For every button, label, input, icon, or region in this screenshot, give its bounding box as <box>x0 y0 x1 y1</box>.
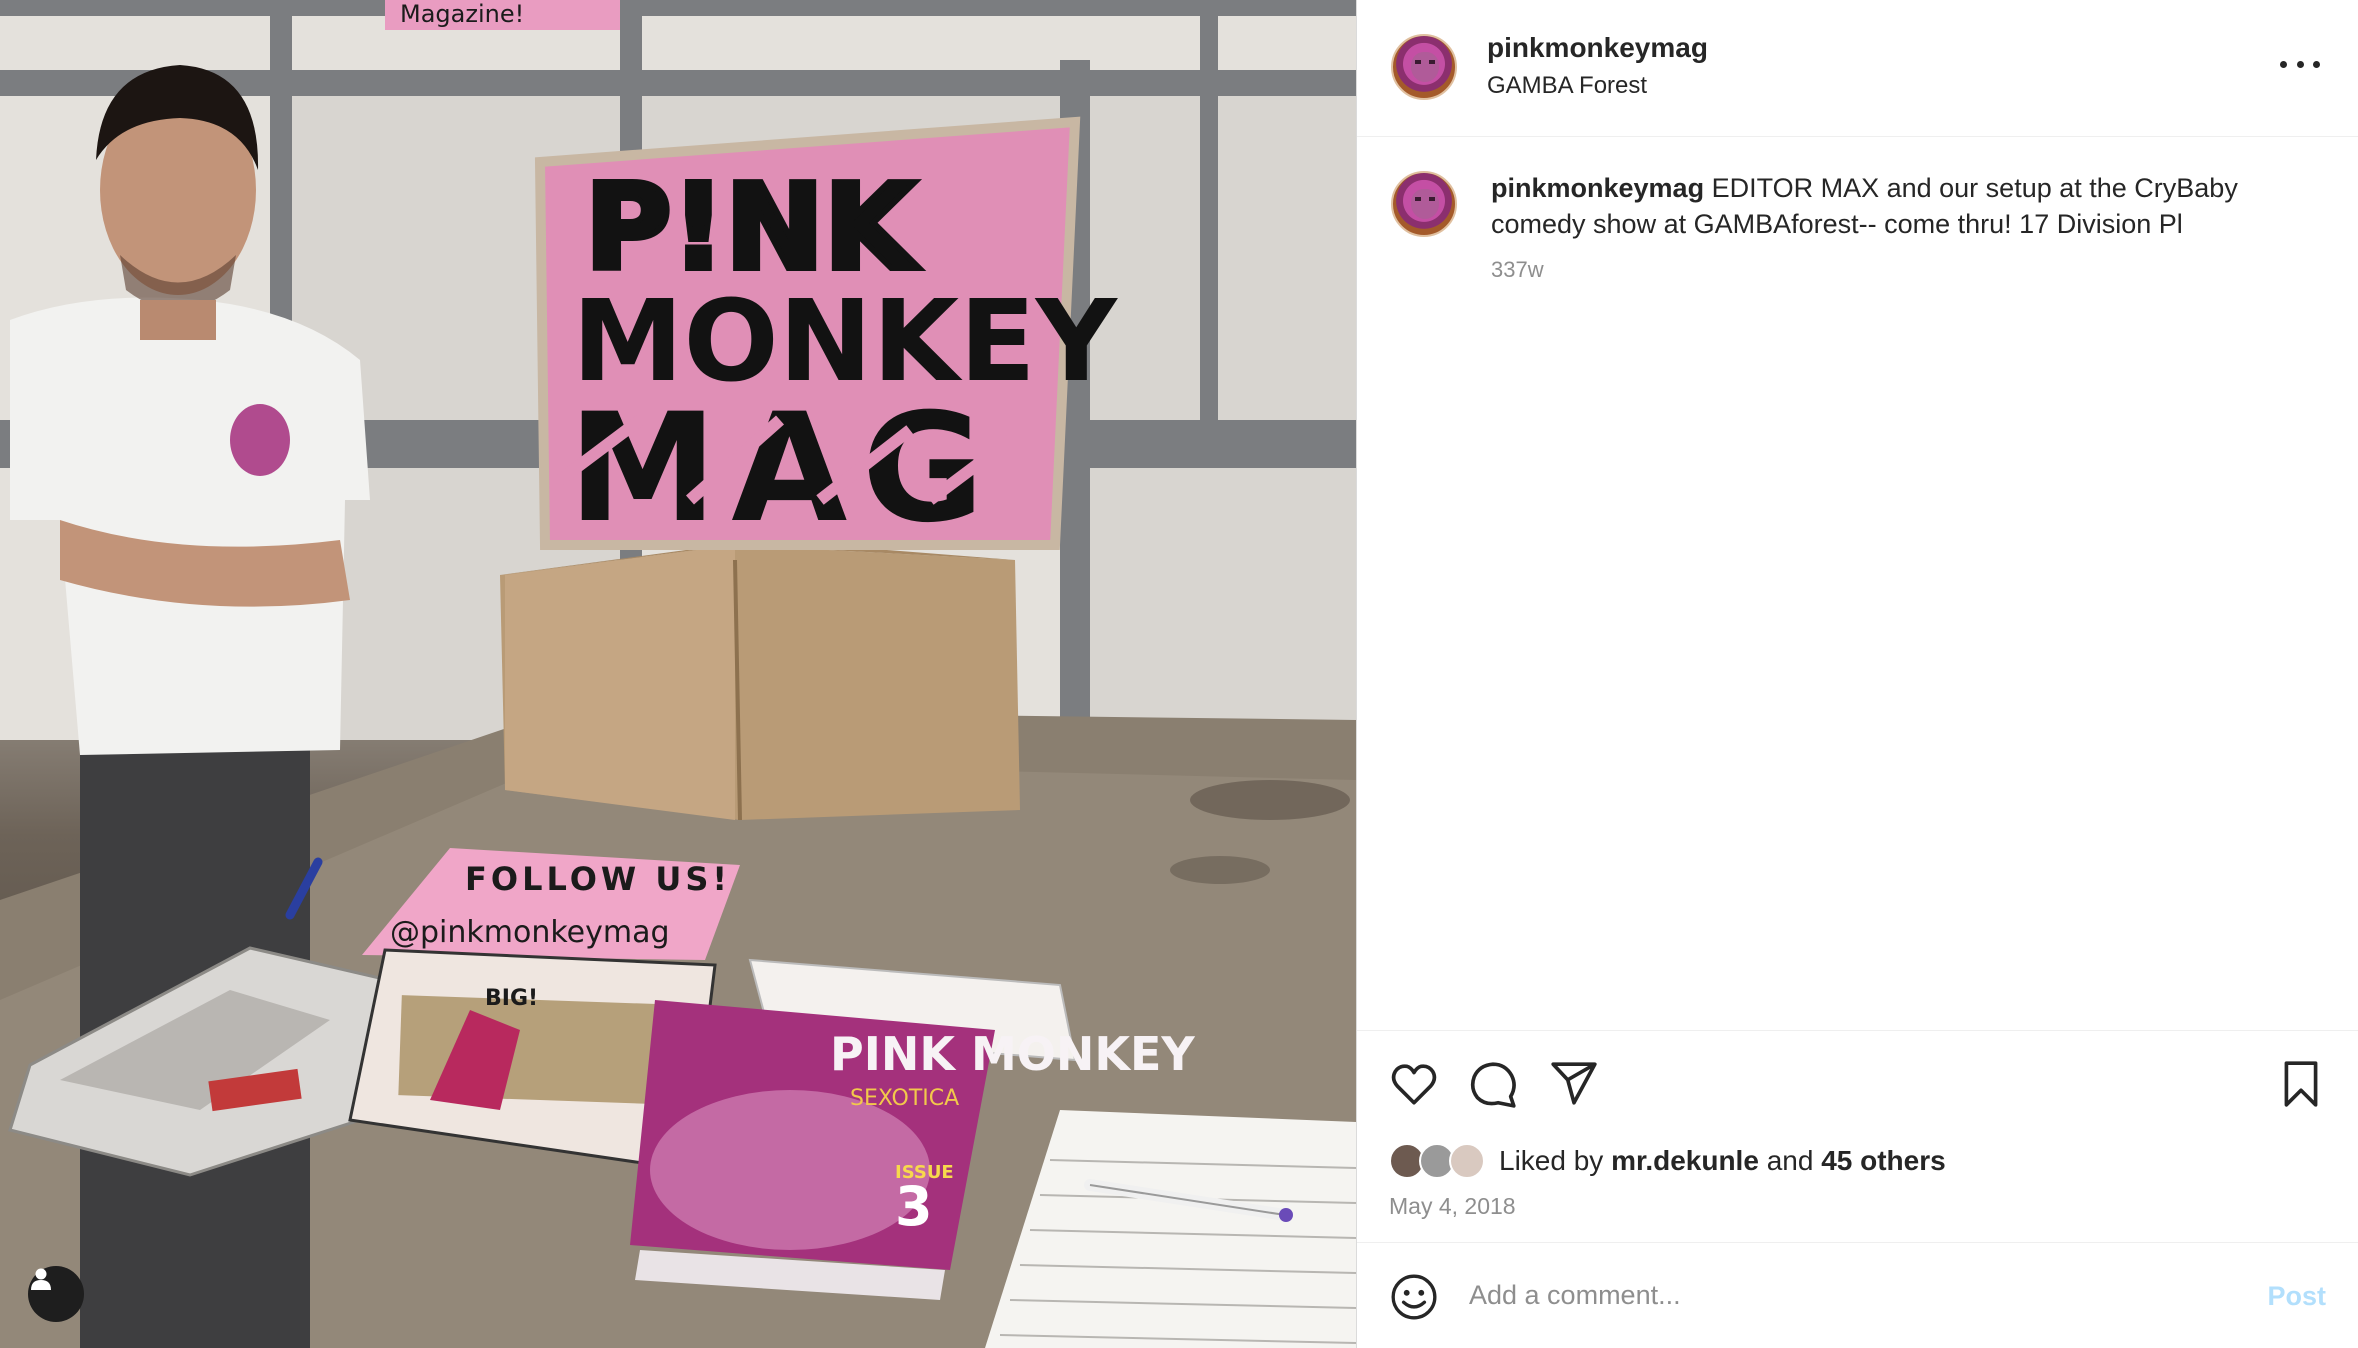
caption-time-ago[interactable]: 337w <box>1491 257 1544 283</box>
paper-plane-icon[interactable] <box>1549 1059 1599 1109</box>
author-avatar[interactable] <box>1391 34 1457 100</box>
liker-avatars[interactable] <box>1389 1141 1493 1181</box>
heart-icon[interactable] <box>1389 1059 1439 1109</box>
first-liker-link[interactable]: mr.dekunle <box>1611 1145 1759 1176</box>
top-sign-text: Magazine! <box>400 0 524 28</box>
header-location[interactable]: GAMBA Forest <box>1487 72 1647 100</box>
comment-input[interactable] <box>1469 1267 2189 1323</box>
magazine-title: PINK MONKEY <box>830 1027 1195 1081</box>
others-likes-link[interactable]: 45 others <box>1821 1145 1946 1176</box>
follow-us-title: FOLLOW US! <box>465 860 731 898</box>
post-comment-button[interactable]: Post <box>2267 1281 2326 1312</box>
caption-text: pinkmonkeymag EDITOR MAX and our setup a… <box>1491 170 2311 242</box>
caption-block: pinkmonkeymag EDITOR MAX and our setup a… <box>1357 137 2358 1027</box>
user-icon <box>31 1268 51 1290</box>
post-actions: Liked by mr.dekunle and 45 others May 4,… <box>1357 1030 2358 1250</box>
bookmark-icon[interactable] <box>2276 1059 2326 1109</box>
post-date[interactable]: May 4, 2018 <box>1389 1193 1516 1220</box>
sign-line-1: P!NK <box>585 158 920 296</box>
follow-us-handle: @pinkmonkeymag <box>390 915 670 950</box>
more-options-icon[interactable] <box>2280 52 2320 76</box>
likes-conjunction: and <box>1766 1145 1814 1176</box>
sign-line-3: MAG <box>568 382 998 556</box>
pink-monkey-mag-sign: P!NK MONKEY MAG <box>534 116 1119 556</box>
caption-avatar[interactable] <box>1391 171 1457 237</box>
header-username[interactable]: pinkmonkeymag <box>1487 32 1708 64</box>
comic-title: BIG! <box>485 986 538 1011</box>
magazine-subtitle: SEXOTICA <box>850 1086 959 1111</box>
comment-bubble-icon[interactable] <box>1469 1059 1519 1109</box>
smiley-icon[interactable] <box>1389 1272 1439 1322</box>
likes-prefix: Liked by <box>1499 1145 1604 1176</box>
likes-text: Liked by mr.dekunle and 45 others <box>1499 1145 1946 1177</box>
magazine-issue-number: 3 <box>895 1175 933 1238</box>
post-info-panel: pinkmonkeymag GAMBA Forest pinkmonkeymag… <box>1356 0 2358 1348</box>
caption-username[interactable]: pinkmonkeymag <box>1491 173 1704 203</box>
post-photo[interactable]: Magazine! P!NK MONKEY MAG FOLLOW US! @pi… <box>0 0 1356 1348</box>
likes-summary: Liked by mr.dekunle and 45 others <box>1389 1139 1946 1183</box>
comment-bar: Post <box>1357 1242 2358 1348</box>
post-header: pinkmonkeymag GAMBA Forest <box>1357 0 2358 137</box>
instagram-post-view: Magazine! P!NK MONKEY MAG FOLLOW US! @pi… <box>0 0 2358 1348</box>
tagged-users-button[interactable] <box>28 1266 84 1322</box>
liker-avatar <box>1449 1143 1485 1179</box>
photo-illustration: Magazine! P!NK MONKEY MAG FOLLOW US! @pi… <box>0 0 1356 1348</box>
